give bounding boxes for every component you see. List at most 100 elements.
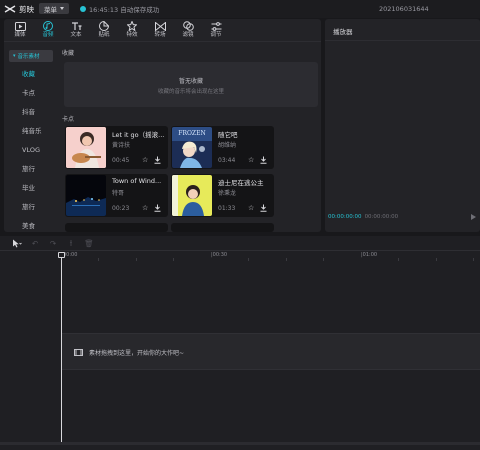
- total-time: 00:00:00:00: [364, 214, 399, 220]
- ruler-tick: [286, 258, 287, 261]
- film-icon: [74, 349, 83, 356]
- sticker-icon: [99, 21, 110, 31]
- tab-label: 转场: [154, 32, 166, 38]
- menu-label: 菜单: [44, 5, 57, 14]
- sidebar-item-vlog[interactable]: VLOG: [4, 143, 56, 157]
- timeline-ruler[interactable]: 00:00 |00:30 |01:00: [0, 252, 480, 262]
- ruler-tick: [323, 258, 324, 261]
- favorite-star-icon[interactable]: ☆: [248, 204, 254, 212]
- song-cover-image: [172, 175, 212, 216]
- song-card[interactable]: 迪士尼在逃公主 徐秉龙 01:33 ☆: [171, 174, 274, 217]
- save-status-dot-icon: [80, 6, 86, 12]
- tab-label: 贴纸: [98, 32, 110, 38]
- song-duration: 00:45: [112, 157, 130, 164]
- ruler-tick: [436, 258, 437, 261]
- timeline-panel: ↶ ↷ ⫲ 🗑 00:00 |00:30 |01:00 素材拖拽到这里，开始你的…: [0, 236, 480, 450]
- song-card[interactable]: Town of Wind... 特哥 00:23 ☆: [65, 174, 168, 217]
- tab-label: 文本: [70, 32, 82, 38]
- tab-media[interactable]: 媒体: [6, 19, 34, 41]
- ruler-label: 00:00: [63, 252, 78, 258]
- split-icon[interactable]: ⫲: [62, 237, 80, 250]
- song-title: Let it go（摇滚...: [112, 131, 164, 139]
- select-tool-button[interactable]: [8, 237, 26, 250]
- tab-label: 特效: [126, 32, 138, 38]
- tab-transition[interactable]: 转场: [146, 19, 174, 41]
- empty-state-title: 暂无收藏: [178, 78, 203, 85]
- song-title: 迪士尼在逃公主: [218, 179, 264, 187]
- tab-filter[interactable]: 滤镜: [174, 19, 202, 41]
- song-card[interactable]: FROZEN 随它吧 胡维纳 03:44 ☆: [171, 126, 274, 169]
- filter-icon: [182, 21, 194, 31]
- favorite-star-icon[interactable]: ☆: [142, 156, 148, 164]
- sidebar-item-douyin[interactable]: 抖音: [4, 105, 56, 119]
- adjust-icon: [211, 21, 222, 31]
- svg-text:FROZEN: FROZEN: [178, 130, 205, 137]
- sidebar-item-pure-music[interactable]: 纯音乐: [4, 124, 56, 138]
- sidebar-item-graduation[interactable]: 毕业: [4, 181, 56, 195]
- sidebar-item-favorites[interactable]: 收藏: [4, 67, 56, 81]
- chevron-down-icon: ▾: [13, 53, 16, 59]
- tab-label: 媒体: [14, 32, 26, 38]
- text-icon: [71, 21, 82, 31]
- audio-icon: [43, 21, 54, 31]
- sidebar-item-travel-2[interactable]: 旅行: [4, 200, 56, 214]
- player-title: 播放器: [333, 28, 353, 36]
- song-artist: 徐秉龙: [218, 190, 237, 197]
- undo-icon[interactable]: ↶: [26, 237, 44, 250]
- favorites-section-title: 收藏: [62, 50, 75, 57]
- title-bar: 剪映 菜单 16:45:13 自动保存成功 202106031644: [0, 0, 480, 18]
- download-icon[interactable]: [260, 156, 267, 164]
- song-card[interactable]: [65, 223, 168, 232]
- favorites-empty-state: 暂无收藏 收藏的音乐将会出现在这里: [64, 62, 318, 107]
- ruler-tick: [248, 258, 249, 261]
- playhead[interactable]: [61, 252, 62, 442]
- delete-icon[interactable]: 🗑: [80, 237, 98, 250]
- song-card[interactable]: Let it go（摇滚... 黄诗扶 00:45 ☆: [65, 126, 168, 169]
- ruler-tick: [173, 258, 174, 261]
- app-logo: 剪映: [4, 3, 34, 15]
- tab-effects[interactable]: 特效: [118, 19, 146, 41]
- tab-label: 音频: [42, 32, 54, 38]
- save-status: 16:45:13 自动保存成功: [80, 3, 159, 15]
- sidebar-header-music[interactable]: ▾ 音乐素材: [9, 50, 53, 62]
- current-time: 00:00:00:00: [328, 214, 362, 220]
- beats-section-title: 卡点: [62, 116, 75, 123]
- playhead-handle[interactable]: [58, 252, 65, 258]
- song-artist: 胡维纳: [218, 142, 237, 149]
- ruler-tick: [98, 258, 99, 261]
- sidebar-item-food[interactable]: 美食: [4, 219, 56, 232]
- favorite-star-icon[interactable]: ☆: [248, 156, 254, 164]
- ruler-tick: [136, 258, 137, 261]
- download-icon[interactable]: [260, 204, 267, 212]
- tab-sticker[interactable]: 贴纸: [90, 19, 118, 41]
- sidebar-item-travel[interactable]: 旅行: [4, 162, 56, 176]
- download-icon[interactable]: [154, 156, 161, 164]
- ruler-tick: [398, 258, 399, 261]
- ruler-tick: [473, 258, 474, 261]
- redo-icon[interactable]: ↷: [44, 237, 62, 250]
- song-card[interactable]: [171, 223, 274, 232]
- sidebar-header-label: 音乐素材: [17, 54, 40, 60]
- song-duration: 03:44: [218, 157, 236, 164]
- main-menu-button[interactable]: 菜单: [39, 3, 69, 14]
- play-icon[interactable]: [471, 214, 476, 220]
- sidebar-item-beats[interactable]: 卡点: [4, 86, 56, 100]
- song-cover-image: [66, 175, 106, 216]
- song-duration: 00:23: [112, 205, 130, 212]
- timeline-scrollbar[interactable]: [0, 442, 480, 445]
- favorite-star-icon[interactable]: ☆: [142, 204, 148, 212]
- download-icon[interactable]: [154, 204, 161, 212]
- project-name[interactable]: 202106031644: [379, 3, 429, 15]
- tab-text[interactable]: 文本: [62, 19, 90, 41]
- tab-adjust[interactable]: 调节: [202, 19, 230, 41]
- tab-audio[interactable]: 音频: [34, 19, 62, 41]
- player-panel: 播放器 00:00:00:00 00:00:00:00: [325, 19, 480, 232]
- chevron-down-icon: [60, 7, 64, 10]
- drop-hint-text: 素材拖拽到这里，开始你的大作吧~: [89, 350, 185, 357]
- save-status-text: 16:45:13 自动保存成功: [89, 6, 160, 14]
- empty-state-subtitle: 收藏的音乐将会出现在这里: [157, 89, 224, 95]
- divider: [325, 40, 480, 41]
- song-cover-image: FROZEN: [172, 127, 212, 168]
- capcut-logo-icon: [4, 5, 16, 13]
- song-title: Town of Wind...: [112, 177, 162, 185]
